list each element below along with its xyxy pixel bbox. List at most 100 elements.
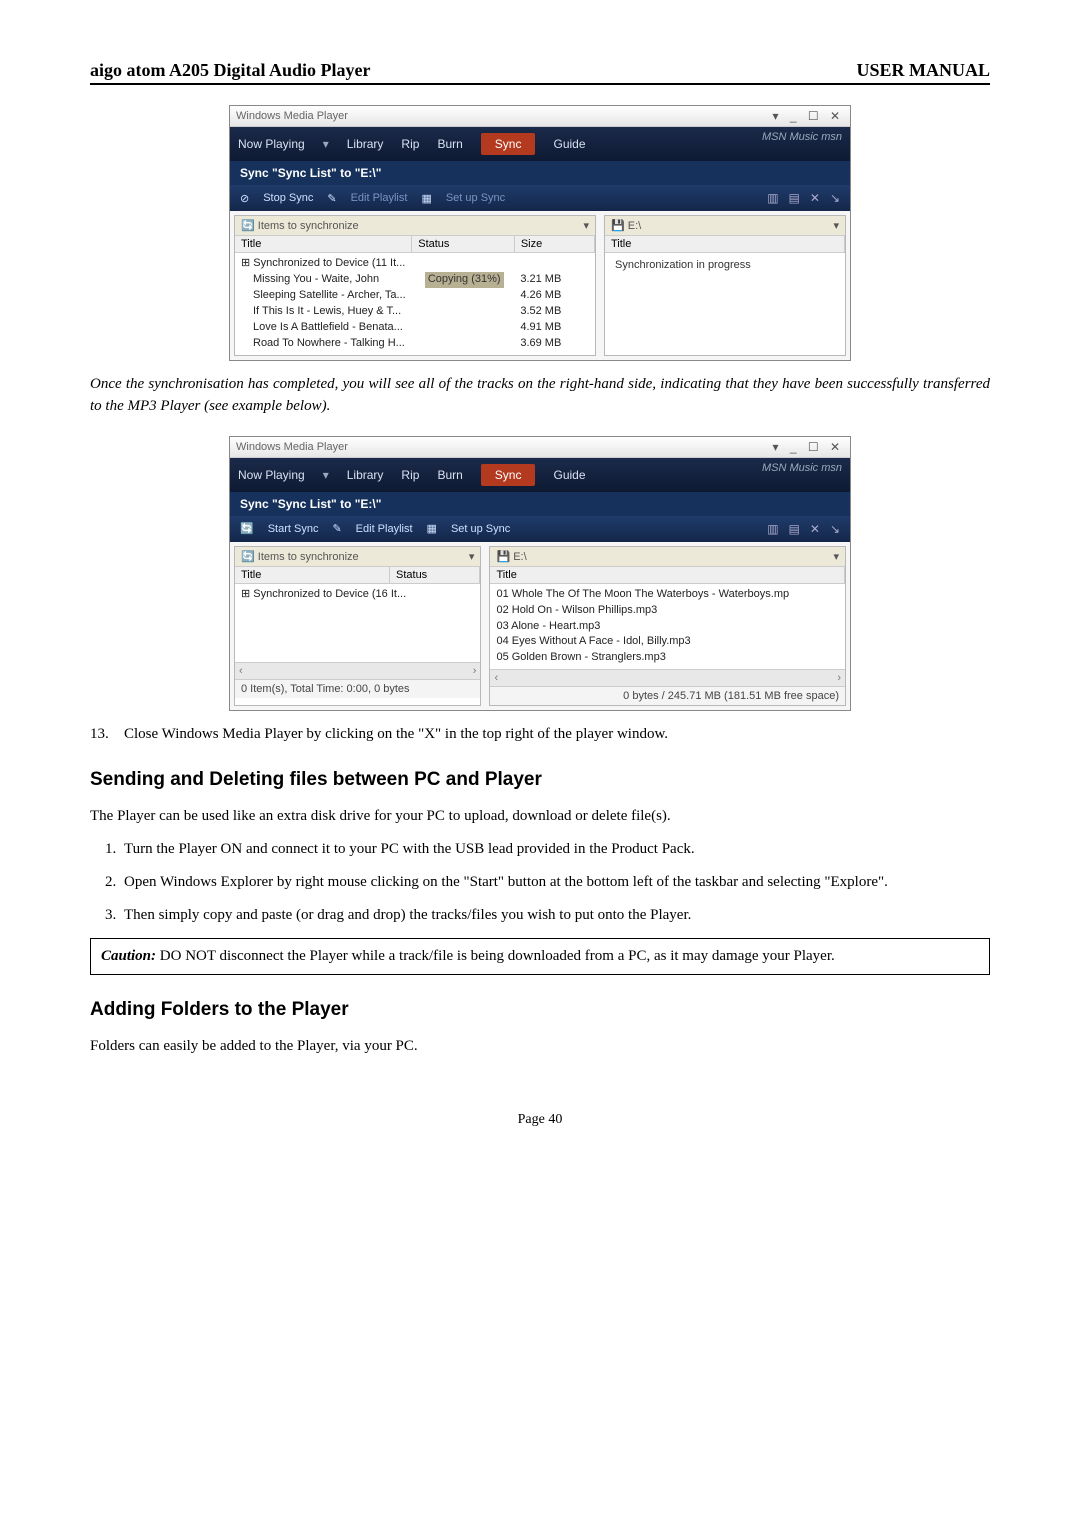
- horizontal-scrollbar[interactable]: ‹›: [235, 662, 480, 679]
- msn-logo[interactable]: MSN Music msn: [762, 131, 842, 143]
- tab-rip[interactable]: Rip: [401, 468, 419, 482]
- instruction-paragraph: Once the synchronisation has completed, …: [90, 373, 990, 418]
- tab-sync[interactable]: Sync: [481, 133, 536, 155]
- column-headers: Title Status Size: [235, 236, 595, 253]
- tab-library[interactable]: Library: [347, 468, 384, 482]
- section-heading-sending-deleting: Sending and Deleting files between PC an…: [90, 769, 990, 791]
- toolbar-icon[interactable]: ▥: [767, 522, 778, 536]
- setup-sync-icon: ▦: [421, 192, 431, 205]
- device-file-row[interactable]: 03 Alone - Heart.mp3: [496, 619, 839, 635]
- setup-sync-icon: ▦: [427, 522, 437, 535]
- track-row[interactable]: Sleeping Satellite - Archer, Ta...4.26 M…: [241, 288, 589, 304]
- tab-sync[interactable]: Sync: [481, 464, 536, 486]
- step-13: 13. Close Windows Media Player by clicki…: [90, 723, 990, 746]
- window-title: Windows Media Player: [236, 110, 348, 122]
- track-row[interactable]: Missing You - Waite, JohnCopying (31%)3.…: [241, 272, 589, 288]
- dropdown-icon[interactable]: ▾: [323, 468, 329, 482]
- tab-guide[interactable]: Guide: [553, 468, 585, 482]
- left-status: 0 Item(s), Total Time: 0:00, 0 bytes: [241, 683, 410, 695]
- page-header: aigo atom A205 Digital Audio Player USER…: [90, 60, 990, 85]
- main-tabs: Now Playing ▾ Library Rip Burn Sync Guid…: [230, 127, 850, 161]
- col-title: Title: [605, 236, 845, 252]
- section-steps: Turn the Player ON and connect it to you…: [90, 838, 990, 928]
- sync-progress-status: Synchronization in progress: [605, 253, 845, 277]
- sync-group-header[interactable]: ⊞ Synchronized to Device (16 It...: [241, 587, 474, 603]
- step-item: Then simply copy and paste (or drag and …: [120, 904, 990, 927]
- toolbar-icon[interactable]: ▤: [789, 191, 800, 205]
- step-item: Open Windows Explorer by right mouse cli…: [120, 871, 990, 894]
- setup-sync-button[interactable]: Set up Sync: [451, 523, 510, 535]
- toolbar-icon[interactable]: ✕: [810, 522, 820, 536]
- track-row[interactable]: If This Is It - Lewis, Huey & T...3.52 M…: [241, 304, 589, 320]
- sync-toolbar: 🔄 Start Sync ✎ Edit Playlist ▦ Set up Sy…: [230, 516, 850, 542]
- toolbar-icon[interactable]: ▥: [767, 191, 778, 205]
- caution-box: Caution: DO NOT disconnect the Player wh…: [90, 938, 990, 975]
- wmp-screenshot-complete: Windows Media Player ▾ _ ☐ ✕ Now Playing…: [90, 436, 990, 712]
- product-title: aigo atom A205 Digital Audio Player: [90, 60, 371, 81]
- window-title: Windows Media Player: [236, 441, 348, 453]
- edit-playlist-button[interactable]: Edit Playlist: [356, 523, 413, 535]
- main-tabs: Now Playing ▾ Library Rip Burn Sync Guid…: [230, 458, 850, 492]
- window-titlebar: Windows Media Player ▾ _ ☐ ✕: [230, 106, 850, 127]
- stop-sync-icon: ⊘: [240, 192, 249, 205]
- track-row[interactable]: Love Is A Battlefield - Benata...4.91 MB: [241, 320, 589, 336]
- right-pane-header: 💾 E:\▾: [605, 216, 845, 236]
- stop-sync-button[interactable]: Stop Sync: [263, 192, 313, 204]
- caution-label: Caution:: [101, 948, 156, 964]
- setup-sync-button[interactable]: Set up Sync: [446, 192, 505, 204]
- tab-now-playing[interactable]: Now Playing: [238, 468, 305, 482]
- tab-burn[interactable]: Burn: [437, 137, 462, 151]
- edit-playlist-icon: ✎: [332, 522, 341, 535]
- col-status: Status: [390, 567, 480, 583]
- page-number: Page 40: [90, 1112, 990, 1128]
- toolbar-icon[interactable]: ↘: [830, 522, 840, 536]
- col-title: Title: [235, 236, 412, 252]
- dropdown-icon[interactable]: ▾: [323, 137, 329, 151]
- toolbar-icon[interactable]: ↘: [830, 191, 840, 205]
- track-row[interactable]: Road To Nowhere - Talking H...3.69 MB: [241, 336, 589, 352]
- col-status: Status: [412, 236, 515, 252]
- wmp-screenshot-syncing: Windows Media Player ▾ _ ☐ ✕ Now Playing…: [90, 105, 990, 361]
- tab-library[interactable]: Library: [347, 137, 384, 151]
- window-titlebar: Windows Media Player ▾ _ ☐ ✕: [230, 437, 850, 458]
- device-file-row[interactable]: 04 Eyes Without A Face - Idol, Billy.mp3: [496, 634, 839, 650]
- sync-group-header[interactable]: ⊞ Synchronized to Device (11 It...: [241, 256, 589, 272]
- edit-playlist-button[interactable]: Edit Playlist: [351, 192, 408, 204]
- window-control-buttons[interactable]: ▾ _ ☐ ✕: [772, 109, 844, 123]
- sync-toolbar: ⊘ Stop Sync ✎ Edit Playlist ▦ Set up Syn…: [230, 185, 850, 211]
- right-status: 0 bytes / 245.71 MB (181.51 MB free spac…: [623, 690, 839, 702]
- tab-burn[interactable]: Burn: [437, 468, 462, 482]
- dropdown-icon[interactable]: ▾: [833, 219, 839, 232]
- manual-label: USER MANUAL: [856, 60, 990, 81]
- step-item: Turn the Player ON and connect it to you…: [120, 838, 990, 861]
- left-pane-header: 🔄 Items to synchronize▾: [235, 216, 595, 236]
- section-heading-adding-folders: Adding Folders to the Player: [90, 999, 990, 1021]
- right-pane-header: 💾 E:\▾: [490, 547, 845, 567]
- col-title: Title: [490, 567, 845, 583]
- msn-logo[interactable]: MSN Music msn: [762, 462, 842, 474]
- edit-playlist-icon: ✎: [327, 192, 336, 205]
- tab-guide[interactable]: Guide: [553, 137, 585, 151]
- toolbar-icon[interactable]: ▤: [789, 522, 800, 536]
- col-title: Title: [235, 567, 390, 583]
- section-intro: Folders can easily be added to the Playe…: [90, 1035, 990, 1058]
- start-sync-icon: 🔄: [240, 522, 254, 535]
- window-control-buttons[interactable]: ▾ _ ☐ ✕: [772, 440, 844, 454]
- device-file-row[interactable]: 05 Golden Brown - Stranglers.mp3: [496, 650, 839, 666]
- dropdown-icon[interactable]: ▾: [469, 550, 475, 563]
- left-pane-header: 🔄 Items to synchronize▾: [235, 547, 480, 567]
- horizontal-scrollbar[interactable]: ‹›: [490, 669, 845, 686]
- toolbar-icon[interactable]: ✕: [810, 191, 820, 205]
- start-sync-button[interactable]: Start Sync: [268, 523, 319, 535]
- tab-rip[interactable]: Rip: [401, 137, 419, 151]
- section-intro: The Player can be used like an extra dis…: [90, 805, 990, 828]
- caution-text: DO NOT disconnect the Player while a tra…: [156, 948, 835, 964]
- col-size: Size: [515, 236, 595, 252]
- dropdown-icon[interactable]: ▾: [583, 219, 589, 232]
- sync-destination-label: Sync "Sync List" to "E:\": [230, 161, 850, 185]
- tab-now-playing[interactable]: Now Playing: [238, 137, 305, 151]
- device-file-row[interactable]: 02 Hold On - Wilson Phillips.mp3: [496, 603, 839, 619]
- sync-destination-label: Sync "Sync List" to "E:\": [230, 492, 850, 516]
- dropdown-icon[interactable]: ▾: [833, 550, 839, 563]
- device-file-row[interactable]: 01 Whole The Of The Moon The Waterboys -…: [496, 587, 839, 603]
